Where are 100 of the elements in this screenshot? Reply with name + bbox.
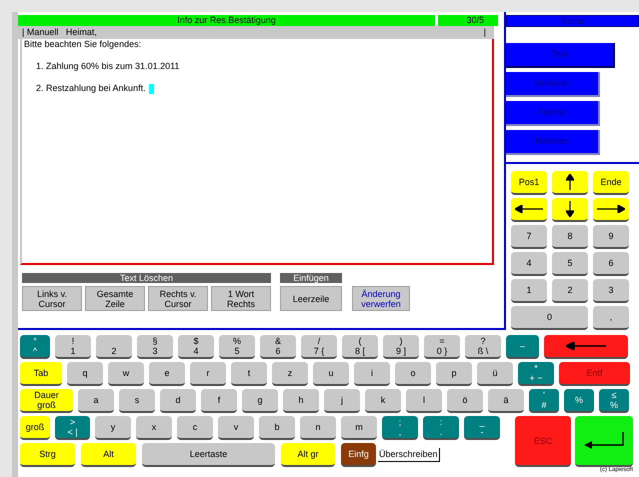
ruler-text: | Manuell Heimat, [22,26,97,39]
delete-button[interactable]: 1 Wort Rechts [211,286,271,311]
keyboard-key[interactable]: $ 4 [178,335,214,359]
keyboard-key[interactable]: ä [488,389,524,413]
keyboard-key[interactable]: = 0 } [424,335,460,359]
keyboard-key[interactable]: n [300,416,336,440]
keyboard-key[interactable]: Strg [20,443,75,467]
keyboard-key[interactable]: ( 8 [ [342,335,378,359]
keyboard-key[interactable]: o [395,362,431,386]
keyboard-key[interactable]: y [95,416,131,440]
keyboard-key[interactable]: Pos1 [511,171,547,195]
keyboard-key[interactable]: c [177,416,213,440]
keyboard-key[interactable]: Tab [20,362,62,386]
keyboard-key[interactable]: Alt [81,443,136,467]
keyboard-key[interactable]: Dauer groß [20,389,73,413]
keyboard-key[interactable]: i [354,362,390,386]
keyboard-key[interactable]: 7 [511,225,547,249]
keyboard-key[interactable] [552,171,588,195]
keyboard-key[interactable]: u [313,362,349,386]
keyboard-key[interactable]: e [149,362,185,386]
title-bar: Info zur Res.Bestätigung [18,15,435,26]
keyboard-key[interactable]: / 7 { [301,335,337,359]
keyboard-key[interactable]: j [324,389,360,413]
left-arrow-icon [566,342,606,350]
keyboard-key[interactable]: ° ^ [20,335,50,359]
ruler-marker: | [484,26,487,39]
keyboard-key[interactable]: – [506,335,539,359]
keyboard-key[interactable]: g [242,389,278,413]
keyboard-key[interactable]: ! 1 [55,335,91,359]
keyboard-key[interactable] [593,198,629,222]
keyboard-key[interactable]: 3 [593,279,629,303]
keyboard-key[interactable]: m [341,416,377,440]
text-line: 2. Restzahlung bei Ankunft. [36,83,146,94]
insert-button[interactable]: Leerzeile [280,286,342,311]
keyboard-key[interactable]: § 3 [137,335,173,359]
keyboard-key[interactable]: ? ß \ [465,335,501,359]
keyboard-key[interactable]: & 6 [260,335,296,359]
keyboard-key[interactable] [575,416,633,467]
keyboard-key[interactable]: ' # [529,389,559,413]
keyboard-key[interactable]: 8 [552,225,588,249]
discard-button[interactable]: Änderung verwerfen [352,286,410,311]
keyboard-key[interactable] [552,198,588,222]
overwrite-label: Überschreiben [378,448,440,462]
keyboard-key[interactable]: , [593,306,629,330]
delete-button[interactable]: Rechts v. Cursor [148,286,208,311]
keyboard-key[interactable]: 0 [511,306,588,330]
keyboard-key[interactable]: % [564,389,594,413]
keyboard-key[interactable]: % 5 [219,335,255,359]
text-line: 1. Zahlung 60% bis zum 31.01.2011 [36,61,180,72]
keyboard-key[interactable]: ) 9 ] [383,335,419,359]
keyboard-key[interactable]: 9 [593,225,629,249]
keyboard-key[interactable]: t [231,362,267,386]
down-arrow-icon [566,201,574,217]
text-editor[interactable]: Bitte beachten Sie folgendes: 1. Zahlung 60% bis zum 31.01.2011 2. Restzahlung bei Ankunft. [20,39,494,265]
text-line: Bitte beachten Sie folgendes: [24,39,142,50]
keyboard-key[interactable]: a [78,389,114,413]
keyboard-key[interactable]: f [201,389,237,413]
keyboard-key[interactable]: groß [20,416,50,440]
keyboard-key[interactable]: 2 [552,279,588,303]
keyboard-key[interactable]: 5 [552,252,588,276]
keyboard-key[interactable]: ≤ % [599,389,629,413]
keyboard-key[interactable]: w [108,362,144,386]
keyboard-key[interactable]: ; , [382,416,418,440]
keyboard-key[interactable]: ü [477,362,513,386]
keyboard-key[interactable]: 1 [511,279,547,303]
keyboard-key[interactable]: b [259,416,295,440]
keyboard-key[interactable]: Ende [593,171,629,195]
delete-button[interactable]: Links v. Cursor [22,286,82,311]
panel-header: Editor [506,15,639,27]
keyboard-key[interactable]: k [365,389,401,413]
keyboard-key[interactable]: z [272,362,308,386]
keyboard-key[interactable]: s [119,389,155,413]
keyboard-key[interactable] [511,198,547,222]
keyboard-key[interactable]: : . [423,416,459,440]
keyboard-key[interactable]: > < | [55,416,90,440]
keyboard-key[interactable]: 6 [593,252,629,276]
delete-button[interactable]: Gesamte Zeile [85,286,145,311]
keyboard-key[interactable]: x [136,416,172,440]
keyboard-key[interactable]: d [160,389,196,413]
keyboard-key[interactable]: Leertaste [142,443,275,467]
keyboard-key[interactable]: v [218,416,254,440]
keyboard-key[interactable]: h [283,389,319,413]
left-arrow-icon [515,205,543,213]
keyboard-key[interactable]: l [406,389,442,413]
keyboard-key[interactable]: 2 [96,335,132,359]
keyboard-key[interactable]: r [190,362,226,386]
keyboard-key[interactable]: Alt gr [281,443,335,467]
enter-arrow-icon [584,432,624,450]
group-header: Text Löschen [22,273,271,283]
keyboard-key[interactable]: * + ~ [518,362,554,386]
group-header: Einfügen [280,273,342,283]
position-indicator: 30/5 [438,15,498,26]
keyboard-key[interactable]: _ - [464,416,500,440]
up-arrow-icon [566,174,574,190]
keyboard-key[interactable]: Einfg [341,443,376,467]
keyboard-key[interactable]: q [67,362,103,386]
keyboard-key[interactable]: p [436,362,472,386]
keyboard-key[interactable]: ö [447,389,483,413]
keyboard-key[interactable]: 4 [511,252,547,276]
right-arrow-icon [597,205,625,213]
